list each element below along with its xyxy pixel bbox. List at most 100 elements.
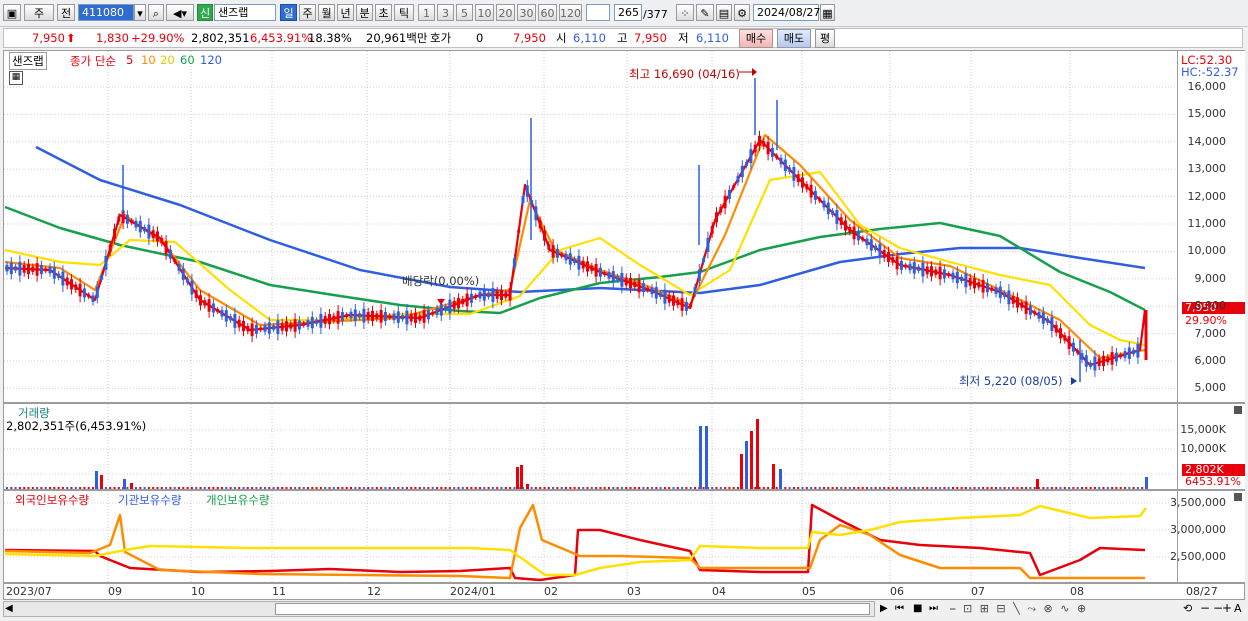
candle-body [659, 292, 663, 297]
candle-body [878, 244, 882, 258]
volume-spike [516, 467, 519, 489]
candle-body [766, 141, 770, 155]
candle-body [31, 266, 35, 272]
volume-spike [1145, 477, 1148, 489]
candle-body [366, 311, 370, 320]
volume-bar [625, 487, 628, 489]
candle-body [452, 300, 456, 309]
stop-icon[interactable]: ■ [913, 603, 922, 614]
candle-body [280, 322, 284, 331]
candle-body [431, 311, 435, 315]
volume-panel-close-icon[interactable] [1234, 406, 1242, 414]
volume-bar [633, 487, 636, 489]
price-tick: 7,000 [1194, 326, 1227, 340]
volume-bar [616, 487, 619, 489]
volume-bar [418, 487, 421, 489]
candle-body [414, 312, 417, 323]
volume-bar [681, 487, 684, 489]
scroll-thumb[interactable] [275, 603, 870, 615]
price-tick: 12,000 [1187, 189, 1227, 203]
candle-body [921, 262, 925, 277]
volume-bar [466, 487, 469, 489]
candle-body [332, 315, 336, 321]
volume-bar [393, 487, 395, 489]
candle-body [134, 220, 138, 228]
volume-bar [999, 487, 1002, 489]
volume-bar [276, 487, 279, 489]
candle-body [147, 224, 151, 239]
volume-bar [694, 487, 696, 489]
volume-bar [1020, 487, 1023, 489]
volume-bar [139, 487, 142, 489]
scroll-right-icon[interactable]: ▶ [880, 603, 888, 614]
candle-body [1089, 362, 1093, 367]
volume-bar [173, 487, 176, 489]
volume-bar [104, 487, 107, 489]
volume-bar [474, 487, 477, 489]
volume-bar [939, 487, 942, 489]
zoom-reset-icon[interactable]: ⟲ [1183, 602, 1192, 615]
volume-bar [427, 487, 430, 489]
price-tick: 14,000 [1187, 134, 1227, 148]
holding-tick-3500000: 3,500,000 [1170, 496, 1226, 509]
volume-bar [18, 487, 21, 489]
volume-bar [49, 487, 51, 489]
auto-scale-icon[interactable]: A [1234, 602, 1242, 615]
volume-bar [92, 487, 94, 489]
volume-bar [384, 487, 387, 489]
candle-body [624, 277, 628, 286]
candle-body [848, 227, 852, 233]
low-annotation: 최저 5,220 (08/05) [959, 374, 1063, 388]
volume-bar [990, 487, 993, 489]
volume-bar [1029, 487, 1032, 489]
candle-body [551, 245, 555, 258]
candle-body [65, 277, 69, 286]
last-page-icon[interactable]: ⏭ [929, 603, 938, 614]
zoom-in-icon[interactable]: + [1222, 601, 1232, 615]
candle-body [633, 281, 637, 288]
candle-body [1046, 318, 1050, 323]
candle-body [710, 225, 714, 234]
volume-bar [1128, 487, 1131, 489]
volume-bar [986, 487, 989, 489]
zoom-out-icon[interactable]: − [1200, 601, 1210, 615]
volume-bar [900, 487, 903, 489]
volume-bar [608, 487, 610, 489]
volume-bar [388, 487, 391, 489]
volume-spike [772, 464, 775, 489]
candle-body [831, 210, 835, 215]
volume-bar [1085, 487, 1088, 489]
scroll-left-icon[interactable]: ◀ [5, 603, 13, 614]
table-icon[interactable]: ▦ [9, 71, 23, 85]
candle-body [839, 217, 843, 226]
candle-body [48, 266, 52, 274]
first-page-icon[interactable]: ⏮ [895, 603, 904, 614]
candle-body [586, 261, 589, 272]
drawing-tools-icons[interactable]: ⎯ ⊡ ⊞ ⊟ ╲ ⤳ ⊗ ∿ ⊕ [950, 602, 1088, 616]
volume-bar [44, 487, 47, 489]
candle-body [207, 299, 211, 312]
candle-body [177, 264, 181, 271]
volume-bar [672, 487, 675, 489]
candle-body [564, 253, 568, 261]
volume-bar [582, 487, 585, 489]
candle-body [39, 265, 43, 275]
volume-bar [586, 487, 589, 489]
candle-body [538, 220, 542, 229]
volume-bar [530, 487, 533, 489]
volume-bar [27, 487, 30, 489]
volume-bar [934, 487, 937, 489]
candle-body [517, 229, 521, 233]
volume-bar [87, 487, 90, 489]
volume-bar [117, 487, 120, 489]
volume-bar [491, 487, 494, 489]
x-label-05: 05 [802, 585, 816, 598]
volume-bar [79, 487, 82, 489]
volume-bar [1046, 487, 1049, 489]
candle-body [994, 287, 998, 294]
candle-body [723, 195, 727, 209]
holding-panel-close-icon[interactable] [1234, 493, 1242, 501]
candle-body [448, 299, 452, 314]
volume-bar [6, 487, 8, 489]
volume-bar [887, 487, 890, 489]
